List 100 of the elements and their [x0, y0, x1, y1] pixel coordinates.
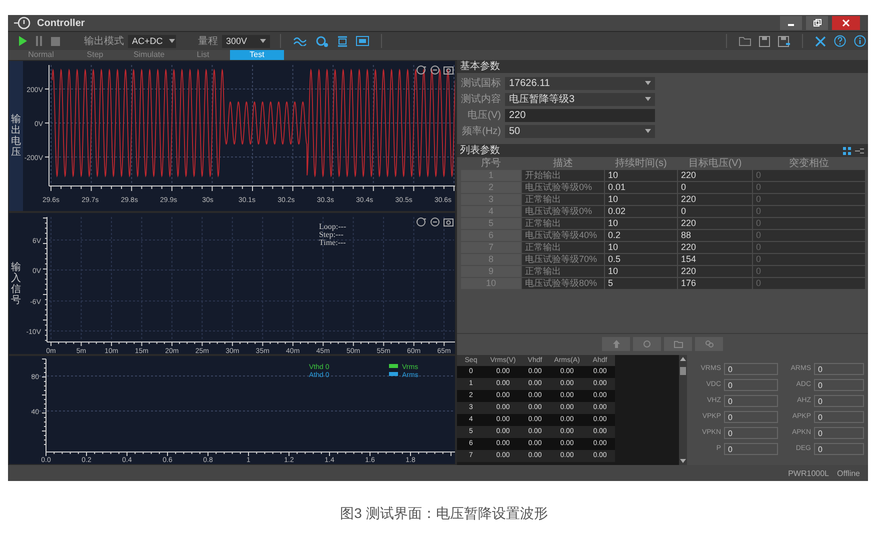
range-dropdown[interactable]: 300V	[222, 34, 270, 48]
table-cell[interactable]: 154	[678, 254, 752, 265]
app-name: Controller	[37, 18, 85, 28]
folder-icon[interactable]	[737, 34, 753, 48]
table-cell[interactable]: 5	[605, 278, 677, 289]
table-cell[interactable]: 10	[605, 266, 677, 277]
scroll-up-icon[interactable]	[680, 357, 686, 361]
device-model: PWR1000L	[788, 468, 830, 478]
arrow-up-icon	[612, 340, 620, 348]
column-header: 突变相位	[788, 158, 830, 169]
table-cell[interactable]: 220	[678, 170, 752, 181]
table-cell: 正常输出	[522, 194, 604, 205]
pause-button[interactable]	[33, 34, 45, 48]
input-field[interactable]: 220	[505, 108, 655, 122]
measurement-field: 0	[814, 395, 864, 407]
reset-zoom-icon[interactable]	[416, 218, 426, 226]
status-text: Time:---	[319, 238, 346, 247]
measurement-field: 0	[724, 363, 778, 375]
status-text: Loop:---	[319, 222, 346, 231]
reset-zoom-icon[interactable]	[416, 66, 426, 74]
caret-icon	[645, 97, 651, 101]
table-cell[interactable]: 0.5	[605, 254, 677, 265]
camera-icon[interactable]	[444, 66, 454, 74]
measurement-field: 0	[724, 379, 778, 391]
field-label: 电压(V)	[466, 108, 501, 122]
column-header: 目标电压(V)	[687, 158, 743, 169]
help-icon[interactable]	[832, 34, 848, 48]
caret-icon	[168, 39, 175, 43]
restore-button[interactable]	[806, 16, 828, 30]
table-cell[interactable]: 0.02	[605, 206, 677, 217]
refresh-icon[interactable]	[430, 66, 440, 74]
table-cell[interactable]: 0	[678, 182, 752, 193]
table-cell: 0	[753, 170, 865, 181]
table-cell: 电压试验等级80%	[522, 278, 604, 289]
folder-icon	[674, 340, 682, 348]
column-header: 描述	[552, 158, 574, 169]
section-title: 基本参数	[457, 60, 868, 73]
field-label: 测试国标	[461, 76, 501, 90]
measurement-field: 0	[814, 427, 864, 439]
table-cell[interactable]: 10	[605, 242, 677, 253]
table-cell[interactable]: 10	[605, 218, 677, 229]
caret-icon	[260, 39, 266, 43]
table-cell: 0	[753, 194, 865, 205]
minimize-button[interactable]	[780, 16, 802, 30]
circle-icon	[643, 340, 651, 348]
table-cell[interactable]: 176	[678, 278, 752, 289]
table-cell: 0	[753, 254, 865, 265]
measurement-field: 0	[814, 411, 864, 423]
table-cell: 0	[753, 266, 865, 277]
caret-icon	[645, 129, 651, 133]
column-header: 序号	[480, 158, 502, 169]
measurement-field: 0	[814, 363, 864, 375]
connection-status: Offline	[837, 468, 860, 478]
link-icon	[704, 340, 714, 348]
table-cell: 正常输出	[522, 218, 604, 229]
table-cell: 0	[753, 206, 865, 217]
camera-icon[interactable]	[444, 218, 454, 226]
monitor-icon[interactable]	[354, 34, 371, 48]
grid-icon[interactable]	[843, 146, 851, 154]
tools-icon[interactable]	[813, 34, 828, 48]
table-cell[interactable]: 220	[678, 242, 752, 253]
save-icon[interactable]	[757, 34, 772, 48]
refresh-icon[interactable]	[430, 218, 440, 226]
table-cell[interactable]: 220	[678, 266, 752, 277]
table-cell[interactable]: 0	[678, 206, 752, 217]
table-cell[interactable]: 0.2	[605, 230, 677, 241]
table-cell: 正常输出	[522, 242, 604, 253]
close-button[interactable]	[832, 16, 860, 30]
y-axis-title: 输入信号	[10, 260, 22, 308]
output-mode-label: 输出模式	[84, 34, 124, 48]
info-icon[interactable]	[852, 34, 868, 48]
table-cell: 0	[753, 242, 865, 253]
table-cell[interactable]: 0.01	[605, 182, 677, 193]
table-cell[interactable]: 10	[605, 170, 677, 181]
close-icon	[842, 19, 850, 27]
measurement-field: 0	[724, 443, 778, 455]
dropdown[interactable]: 17626.11	[505, 76, 655, 90]
scrollbar[interactable]	[679, 355, 687, 465]
table-cell: 0	[753, 230, 865, 241]
dropdown[interactable]: 50	[505, 124, 655, 138]
scrollbar-thumb[interactable]	[680, 367, 686, 375]
y-axis-title: 输出电压	[9, 61, 23, 211]
stop-button[interactable]	[49, 34, 62, 48]
output-mode-dropdown[interactable]: AC+DC	[128, 34, 176, 48]
table-cell: 开始输出	[522, 170, 604, 181]
measurement-field: 0	[814, 379, 864, 391]
section-title: 列表参数	[460, 144, 500, 157]
play-button[interactable]	[16, 34, 29, 48]
save-as-icon[interactable]	[776, 34, 792, 48]
measurement-field: 0	[724, 427, 778, 439]
scroll-down-icon[interactable]	[680, 459, 686, 463]
table-cell[interactable]: 10	[605, 194, 677, 205]
status-text: Step:---	[319, 230, 344, 239]
table-cell: 电压试验等级0%	[522, 206, 604, 217]
table-cell[interactable]: 220	[678, 218, 752, 229]
device-icon[interactable]	[335, 34, 350, 48]
dropdown[interactable]: 电压暂降等级3	[505, 92, 655, 106]
table-cell[interactable]: 88	[678, 230, 752, 241]
table-cell: 0	[753, 278, 865, 289]
table-cell[interactable]: 220	[678, 194, 752, 205]
